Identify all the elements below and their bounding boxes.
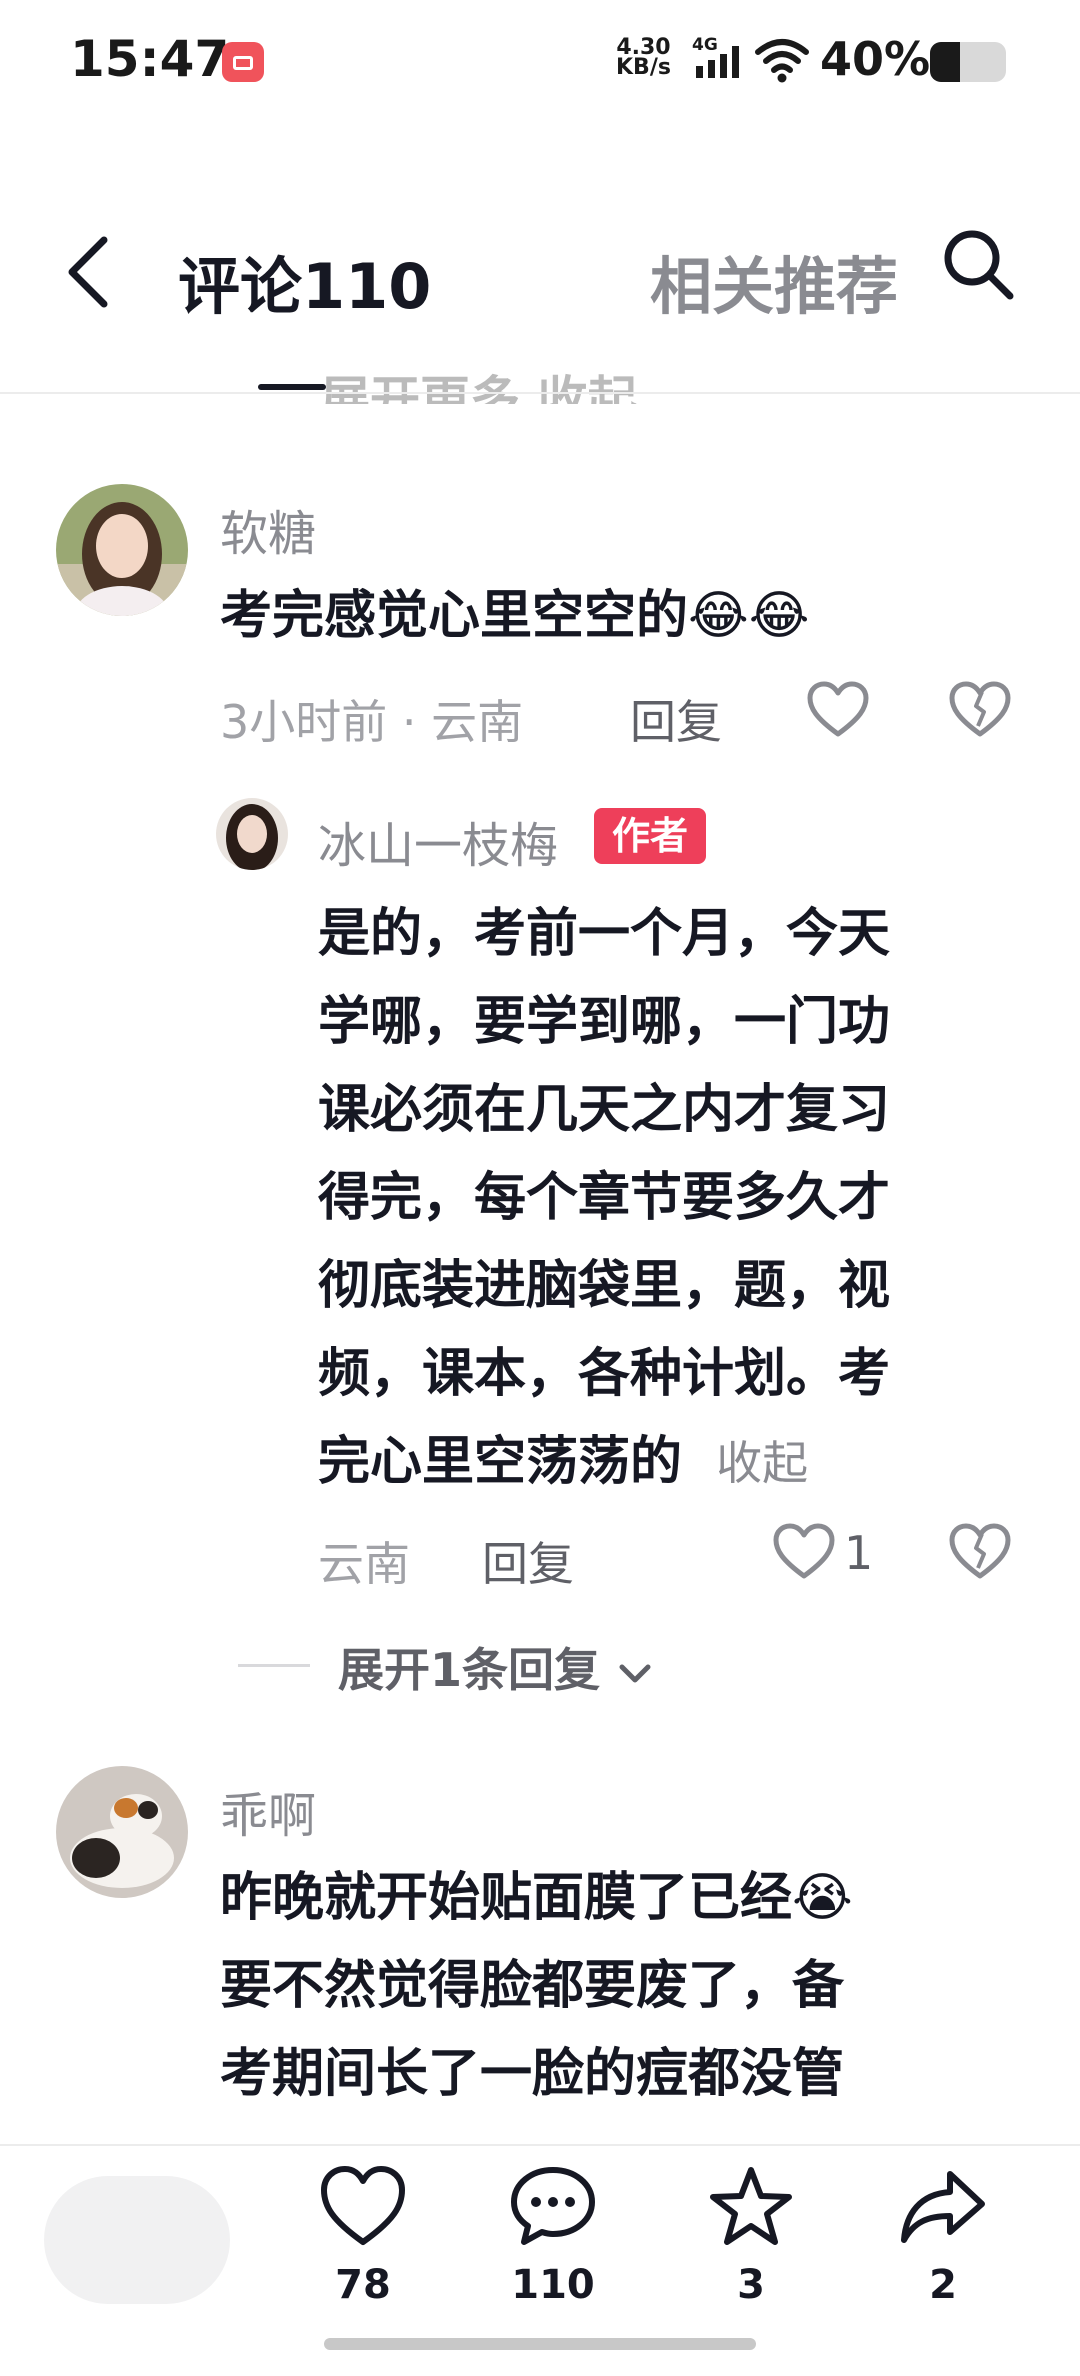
share-count: 2: [929, 2262, 957, 2308]
avatar[interactable]: [56, 1766, 188, 1898]
collapse-link[interactable]: 收起: [716, 1436, 808, 1490]
notification-app-icon: [222, 42, 264, 82]
comment-text-line: 昨晚就开始贴面膜了已经😭: [220, 1868, 853, 1928]
comment-text-line: 要不然觉得脸都要废了，备: [220, 1956, 845, 2016]
reply-text-line: 彻底装进脑袋里，题，视: [318, 1256, 891, 1316]
reply-button[interactable]: 回复: [482, 1528, 574, 1594]
comment-input[interactable]: [44, 2176, 230, 2304]
comment-text[interactable]: 考完感觉心里空空的😂😂: [220, 572, 810, 660]
comment-bubble-icon[interactable]: [508, 2162, 598, 2252]
previous-reply-controls[interactable]: 展开更多 收起: [320, 360, 760, 404]
reply-text-line: 频，课本，各种计划。考: [318, 1344, 891, 1404]
reply-meta: 云南: [318, 1537, 410, 1591]
comment-text[interactable]: 昨晚就开始贴面膜了已经😭 要不然觉得脸都要废了，备 考期间长了一脸的痘都没管: [220, 1854, 1020, 2118]
home-indicator: [324, 2338, 756, 2350]
comment-count: 110: [511, 2262, 595, 2308]
favorite-count: 3: [737, 2262, 765, 2308]
reply-text[interactable]: 是的，考前一个月，今天 学哪，要学到哪，一门功 课必须在几天之内才复习 得完，每…: [318, 890, 1018, 1507]
chevron-down-icon: [619, 1664, 651, 1682]
search-icon[interactable]: [938, 224, 1018, 304]
back-arrow-icon[interactable]: [60, 232, 120, 312]
comment-username[interactable]: 乖啊: [220, 1776, 316, 1846]
status-bar: 15:47 4.30 KB/s 4G 40%: [0, 0, 1080, 120]
like-heart-icon[interactable]: [806, 680, 870, 740]
reply-username[interactable]: 冰山一枝梅: [318, 806, 558, 876]
network-speed: 4.30 KB/s: [616, 37, 671, 80]
comment-meta: 3小时前 · 云南: [220, 695, 524, 749]
expand-replies-label: 展开1条回复: [338, 1643, 601, 1697]
avatar[interactable]: [56, 484, 188, 616]
header-divider: [0, 392, 1080, 394]
tab-related[interactable]: 相关推荐: [650, 236, 902, 326]
avatar-girl-portrait: [56, 484, 188, 616]
heart-icon[interactable]: [318, 2162, 408, 2252]
reply-button[interactable]: 回复: [630, 686, 722, 752]
network-type-label: 4G: [692, 35, 718, 55]
battery-icon: [930, 42, 1006, 82]
expand-replies-button[interactable]: 展开1条回复: [338, 1634, 654, 1700]
reply-text-line: 是的，考前一个月，今天: [318, 904, 891, 964]
expand-divider-line: [238, 1664, 310, 1667]
dislike-broken-heart-icon[interactable]: [948, 680, 1012, 740]
like-count: 1: [844, 1526, 874, 1580]
signal-4g-icon: 4G: [692, 35, 739, 78]
reply-text-line: 得完，每个章节要多久才: [318, 1168, 891, 1228]
wifi-icon: [755, 39, 809, 83]
network-speed-unit: KB/s: [616, 55, 671, 80]
comment-username[interactable]: 软糖: [220, 494, 316, 564]
share-arrow-icon[interactable]: [898, 2162, 988, 2252]
tab-comments[interactable]: 评论110: [178, 236, 438, 326]
active-tab-indicator: [258, 384, 326, 390]
reply-avatar[interactable]: [216, 798, 288, 870]
avatar-portrait: [216, 798, 288, 870]
author-badge: 作者: [594, 808, 706, 864]
reply-text-line: 完心里空荡荡的: [318, 1432, 683, 1492]
avatar-cat-photo: [56, 1766, 188, 1898]
dislike-broken-heart-icon[interactable]: [948, 1522, 1012, 1582]
status-time: 15:47: [70, 30, 230, 88]
battery-level-fill: [930, 42, 960, 82]
battery-percentage: 40%: [820, 32, 931, 86]
comment-text-line: 考期间长了一脸的痘都没管: [220, 2044, 845, 2104]
reply-text-line: 课必须在几天之内才复习: [318, 1080, 891, 1140]
like-count: 78: [335, 2262, 391, 2308]
star-icon[interactable]: [706, 2162, 796, 2252]
reply-text-line: 学哪，要学到哪，一门功: [318, 992, 891, 1052]
like-heart-icon[interactable]: [772, 1522, 836, 1582]
